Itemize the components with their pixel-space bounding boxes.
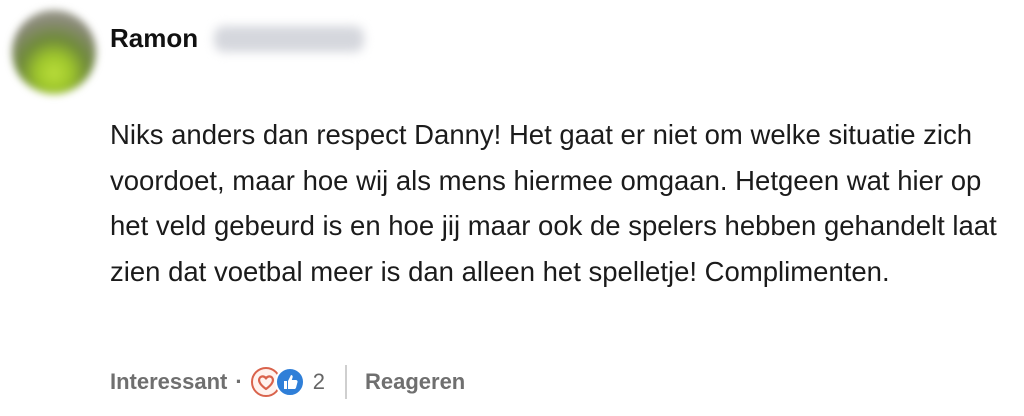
- thumbs-up-reaction-icon: [274, 367, 305, 397]
- reply-button[interactable]: Reageren: [365, 369, 465, 395]
- comment-text: Niks anders dan respect Danny! Het gaat …: [110, 119, 997, 287]
- comment-item: Ramon Niks anders dan respect Danny! Het…: [0, 0, 1024, 416]
- comment-actions: Interessant · 2 Reageren: [110, 364, 465, 400]
- separator-dot: ·: [235, 369, 243, 394]
- actions-divider: [344, 365, 347, 399]
- react-button[interactable]: Interessant: [110, 369, 227, 395]
- author-surname-blurred: [214, 26, 364, 52]
- avatar[interactable]: [12, 10, 96, 94]
- reaction-count: 2: [312, 369, 325, 394]
- author-name[interactable]: Ramon: [110, 22, 198, 54]
- reactions-summary[interactable]: 2: [250, 367, 325, 397]
